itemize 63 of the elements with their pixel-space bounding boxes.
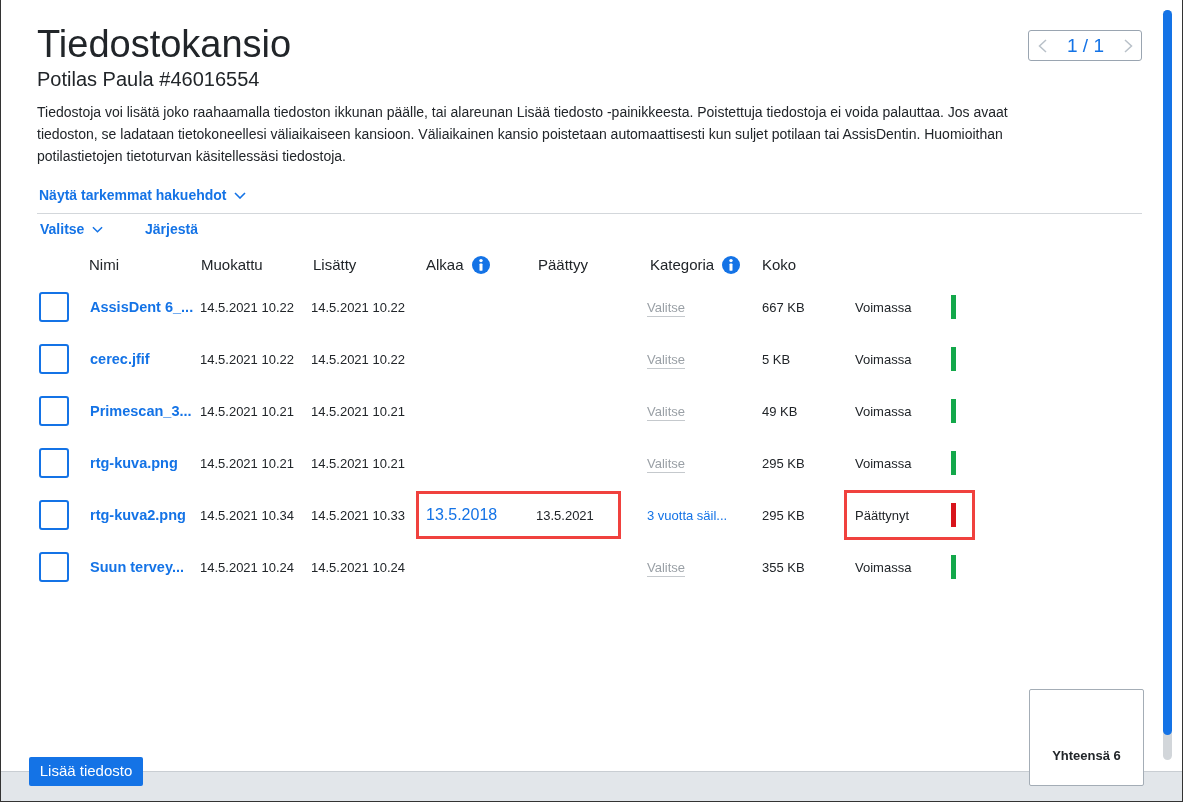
added-date: 14.5.2021 10.22: [311, 300, 405, 315]
column-header: Alkaa: [426, 254, 464, 275]
status-text: Voimassa: [855, 560, 912, 575]
added-date: 14.5.2021 10.24: [311, 560, 405, 575]
file-size: 49 KB: [762, 404, 798, 419]
category-link[interactable]: Valitse: [647, 352, 686, 369]
file-name-link[interactable]: Primescan_3...: [90, 403, 192, 419]
added-date: 14.5.2021 10.21: [311, 404, 405, 419]
end-date: 13.5.2021: [536, 508, 594, 523]
file-size: 667 KB: [762, 300, 805, 315]
row-checkbox[interactable]: [39, 396, 69, 426]
category-link[interactable]: Valitse: [647, 456, 686, 473]
file-name-link[interactable]: rtg-kuva2.png: [90, 507, 186, 523]
file-size: 355 KB: [762, 560, 805, 575]
file-name-link[interactable]: rtg-kuva.png: [90, 455, 178, 471]
file-name-link[interactable]: AssisDent 6_...: [90, 299, 194, 315]
advanced-search-toggle[interactable]: Näytä tarkemmat hakuehdot: [39, 185, 246, 205]
info-icon[interactable]: [722, 256, 741, 274]
category-link[interactable]: Valitse: [647, 300, 686, 317]
added-date: 14.5.2021 10.21: [311, 456, 405, 471]
status-text: Voimassa: [855, 352, 912, 367]
row-checkbox[interactable]: [39, 344, 69, 374]
column-header: Lisätty: [313, 254, 357, 275]
page-title: Tiedostokansio: [37, 22, 292, 66]
page-indicator: 1 / 1: [1067, 34, 1104, 57]
column-header: Päättyy: [538, 254, 589, 275]
status-text: Voimassa: [855, 300, 912, 315]
category-link[interactable]: 3 vuotta säil...: [647, 508, 728, 523]
add-file-button[interactable]: Lisää tiedosto: [29, 757, 143, 786]
total-count: Yhteensä 6: [1052, 746, 1121, 765]
added-date: 14.5.2021 10.33: [311, 508, 405, 523]
description-text: Tiedostoja voi lisätä joko raahaamalla tiedoston ikkunan päälle, tai alareunan Lisää tiedosto -painikkeesta. Poistettuja tiedostoja ei voida palauttaa. Jos avaat tiedoston, se ladataan tietokoneellesi väliaikaiseen kansioon. Väliaikainen kansio poistetaan automaattisesti kun suljet potilaan tai AssisDentin. Huomioithan potilastietojen tietoturvan käsitellessäsi tiedostoja.: [37, 103, 1009, 166]
category-link[interactable]: Valitse: [647, 560, 686, 577]
added-date: 14.5.2021 10.22: [311, 352, 405, 367]
column-header: Muokattu: [201, 254, 263, 275]
patient-subtitle: Potilas Paula #46016554: [37, 67, 260, 92]
column-header: Koko: [762, 254, 797, 275]
column-header: Kategoria: [650, 254, 715, 275]
status-text: Voimassa: [855, 456, 912, 471]
row-checkbox[interactable]: [39, 292, 69, 322]
start-date: 13.5.2018: [426, 506, 498, 523]
file-name-link[interactable]: cerec.jfif: [90, 351, 150, 367]
info-icon[interactable]: [471, 256, 490, 274]
file-size: 5 KB: [762, 352, 791, 367]
status-text: Päättynyt: [855, 508, 910, 523]
file-name-link[interactable]: Suun tervey...: [90, 559, 184, 575]
row-checkbox[interactable]: [39, 500, 69, 530]
modified-date: 14.5.2021 10.24: [200, 560, 294, 575]
row-checkbox[interactable]: [39, 552, 69, 582]
column-header: Nimi: [89, 254, 119, 275]
modified-date: 14.5.2021 10.22: [200, 352, 294, 367]
select-menu-button[interactable]: Valitse: [40, 218, 103, 240]
file-size: 295 KB: [762, 456, 805, 471]
modified-date: 14.5.2021 10.21: [200, 404, 294, 419]
row-checkbox[interactable]: [39, 448, 69, 478]
file-size: 295 KB: [762, 508, 805, 523]
modified-date: 14.5.2021 10.22: [200, 300, 294, 315]
status-text: Voimassa: [855, 404, 912, 419]
category-link[interactable]: Valitse: [647, 404, 686, 421]
modified-date: 14.5.2021 10.34: [200, 508, 294, 523]
chevron-icon: [92, 225, 104, 233]
modified-date: 14.5.2021 10.21: [200, 456, 294, 471]
sort-button[interactable]: Järjestä: [145, 218, 198, 240]
